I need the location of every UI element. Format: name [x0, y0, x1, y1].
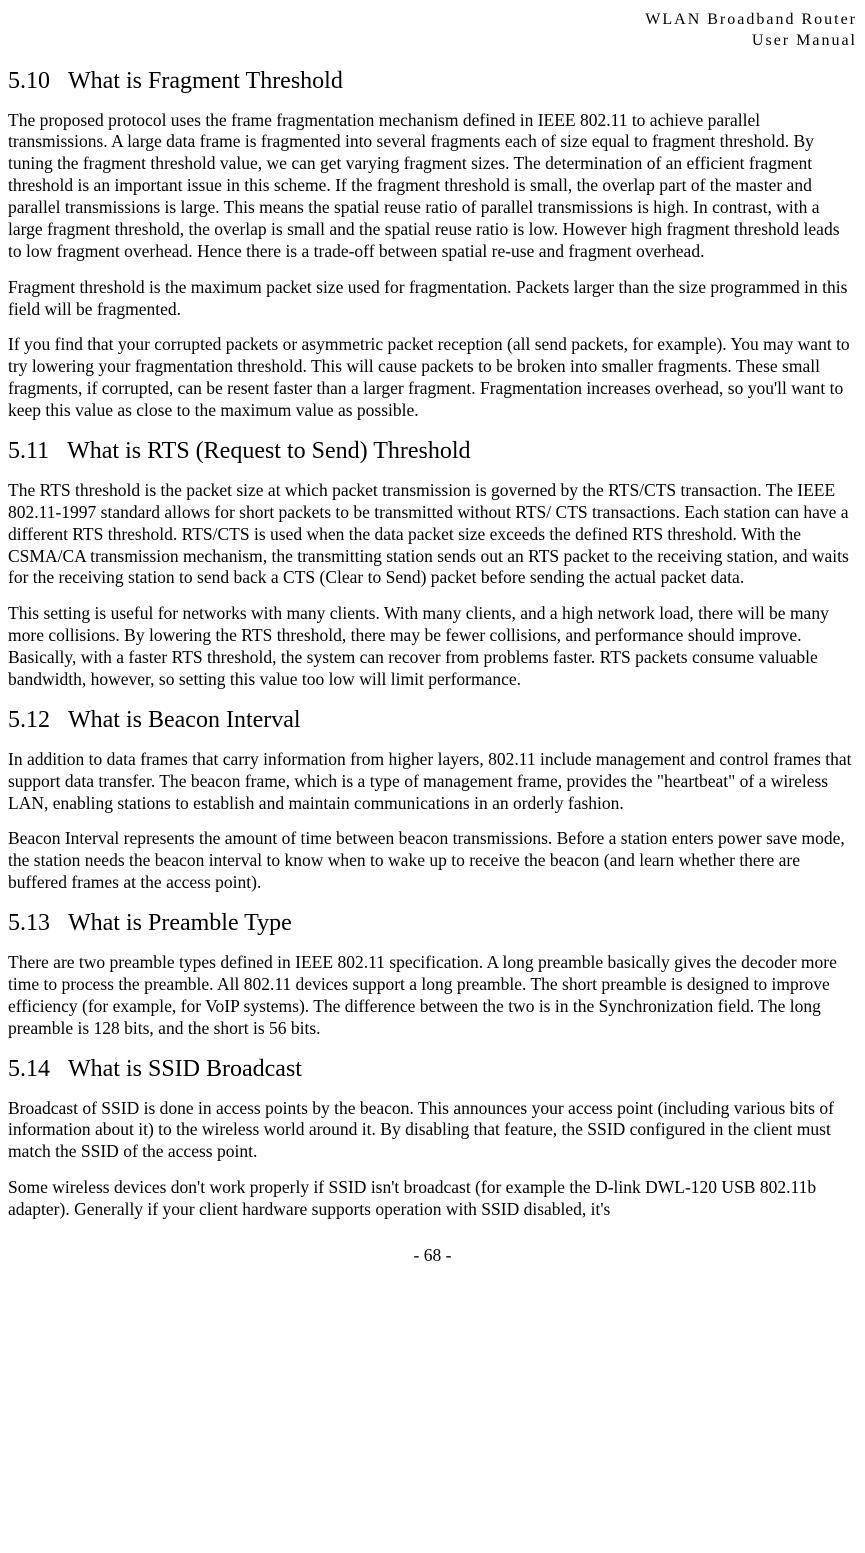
page-header: WLAN Broadband Router User Manual: [8, 10, 857, 52]
section-title: What is Preamble Type: [68, 910, 292, 936]
body-paragraph: Beacon Interval represents the amount of…: [8, 828, 857, 894]
section-5-13-heading: 5.13 What is Preamble Type: [8, 908, 857, 938]
section-5-14-heading: 5.14 What is SSID Broadcast: [8, 1054, 857, 1084]
body-paragraph: This setting is useful for networks with…: [8, 603, 857, 691]
section-number: 5.12: [8, 705, 50, 735]
section-title: What is RTS (Request to Send) Threshold: [67, 438, 470, 464]
body-paragraph: Some wireless devices don't work properl…: [8, 1177, 857, 1221]
section-title: What is Fragment Threshold: [68, 68, 343, 94]
body-paragraph: Broadcast of SSID is done in access poin…: [8, 1098, 857, 1164]
section-5-11-heading: 5.11 What is RTS (Request to Send) Thresh…: [8, 436, 857, 466]
section-number: 5.14: [8, 1054, 50, 1084]
section-number: 5.11: [8, 436, 49, 466]
section-5-10-heading: 5.10 What is Fragment Threshold: [8, 66, 857, 96]
body-paragraph: In addition to data frames that carry in…: [8, 749, 857, 815]
section-5-12-heading: 5.12 What is Beacon Interval: [8, 705, 857, 735]
body-paragraph: Fragment threshold is the maximum packet…: [8, 277, 857, 321]
header-line-1: WLAN Broadband Router: [645, 11, 857, 28]
section-title: What is Beacon Interval: [68, 707, 301, 733]
page-number: - 68 -: [414, 1245, 452, 1265]
header-line-2: User Manual: [752, 32, 857, 49]
body-paragraph: The proposed protocol uses the frame fra…: [8, 110, 857, 263]
section-number: 5.13: [8, 908, 50, 938]
section-number: 5.10: [8, 66, 50, 96]
section-title: What is SSID Broadcast: [68, 1056, 302, 1082]
page-footer: - 68 -: [8, 1245, 857, 1267]
body-paragraph: If you find that your corrupted packets …: [8, 334, 857, 422]
body-paragraph: There are two preamble types defined in …: [8, 952, 857, 1040]
body-paragraph: The RTS threshold is the packet size at …: [8, 480, 857, 589]
